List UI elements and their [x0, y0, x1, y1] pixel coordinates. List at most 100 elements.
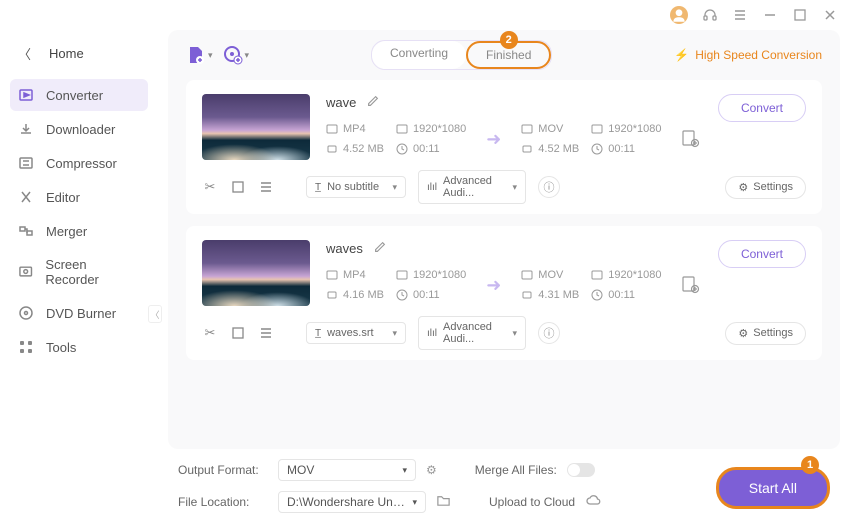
maximize-icon[interactable] [792, 7, 808, 23]
tab-converting[interactable]: Converting [372, 41, 466, 69]
info-icon[interactable]: ⓘ [538, 176, 560, 198]
close-icon[interactable] [822, 7, 838, 23]
out-size: 4.31 MB [538, 289, 579, 301]
gear-icon: ⚙ [738, 327, 748, 340]
sidebar-item-editor[interactable]: Editor [10, 181, 148, 213]
subtitle-value: waves.srt [327, 327, 373, 339]
edit-output-icon[interactable] [680, 274, 700, 297]
avatar-icon[interactable] [670, 6, 688, 24]
effects-icon[interactable] [258, 179, 274, 195]
out-format: MOV [538, 269, 563, 281]
back-icon: 〈 [18, 44, 31, 63]
video-thumbnail[interactable] [202, 94, 310, 160]
format-icon [521, 269, 533, 281]
titlebar [0, 0, 850, 30]
rename-icon[interactable] [366, 94, 380, 111]
trim-icon[interactable]: ✂ [202, 325, 218, 341]
settings-label: Settings [753, 327, 793, 339]
out-dur: 00:11 [608, 143, 635, 155]
sidebar-item-label: DVD Burner [46, 306, 116, 321]
crop-icon[interactable] [230, 179, 246, 195]
info-icon[interactable]: ⓘ [538, 322, 560, 344]
tab-finished[interactable]: Finished 2 [466, 41, 551, 69]
audio-dropdown[interactable]: ılılAdvanced Audi...▾ [418, 170, 526, 204]
file-card: wave MP4 4.52 MB 1920*1080 00:11 [186, 80, 822, 214]
format-icon [326, 269, 338, 281]
tab-finished-label: Finished [486, 48, 531, 62]
sidebar-item-screen-recorder[interactable]: Screen Recorder [10, 249, 148, 295]
bolt-icon: ⚡ [674, 48, 689, 62]
status-tabs: Converting Finished 2 [371, 40, 552, 70]
settings-button[interactable]: ⚙ Settings [725, 322, 806, 345]
chevron-down-icon: ▾ [392, 328, 397, 339]
in-size: 4.52 MB [343, 143, 384, 155]
menu-icon[interactable] [732, 7, 748, 23]
audio-dropdown[interactable]: ılılAdvanced Audi...▾ [418, 316, 526, 350]
output-format-dropdown[interactable]: MOV ▾ [278, 459, 416, 481]
trim-icon[interactable]: ✂ [202, 179, 218, 195]
output-settings-icon[interactable]: ⚙ [426, 463, 437, 477]
settings-button[interactable]: ⚙Settings [725, 176, 806, 199]
minimize-icon[interactable] [762, 7, 778, 23]
add-file-button[interactable]: ▾ [186, 45, 213, 65]
sidebar-item-compressor[interactable]: Compressor [10, 147, 148, 179]
add-dvd-button[interactable]: ▾ [223, 45, 250, 65]
video-thumbnail[interactable] [202, 240, 310, 306]
headset-icon[interactable] [702, 7, 718, 23]
file-name: waves [326, 241, 363, 256]
sidebar-item-label: Compressor [46, 156, 117, 171]
resolution-icon [591, 123, 603, 135]
effects-icon[interactable] [258, 325, 274, 341]
open-folder-icon[interactable] [436, 493, 451, 511]
crop-icon[interactable] [230, 325, 246, 341]
sidebar-item-label: Downloader [46, 122, 115, 137]
subtitle-dropdown[interactable]: T̲No subtitle▾ [306, 176, 406, 198]
file-location-dropdown[interactable]: D:\Wondershare UniConverter 1▾ [278, 491, 426, 513]
home-label: Home [49, 46, 84, 61]
audio-value: Advanced Audi... [443, 175, 506, 199]
cloud-icon[interactable] [585, 493, 601, 512]
sidebar-item-tools[interactable]: Tools [10, 331, 148, 363]
output-format-value: MOV [287, 463, 314, 477]
sidebar-item-dvd-burner[interactable]: DVD Burner [10, 297, 148, 329]
merger-icon [18, 223, 34, 239]
home-link[interactable]: 〈 Home [10, 38, 148, 69]
merge-toggle[interactable] [567, 463, 595, 477]
downloader-icon [18, 121, 34, 137]
high-speed-link[interactable]: ⚡ High Speed Conversion [674, 48, 822, 62]
convert-button[interactable]: Convert [718, 240, 806, 268]
size-icon [326, 289, 338, 301]
step-badge-2: 2 [500, 31, 518, 49]
chevron-down-icon: ▾ [402, 465, 407, 476]
output-format-label: Output Format: [178, 463, 268, 477]
rename-icon[interactable] [373, 240, 387, 257]
in-format: MP4 [343, 123, 366, 135]
file-location-label: File Location: [178, 495, 268, 509]
file-location-value: D:\Wondershare UniConverter 1 [287, 495, 406, 509]
format-icon [521, 123, 533, 135]
chevron-down-icon: ▾ [245, 50, 250, 61]
in-dur: 00:11 [413, 143, 440, 155]
convert-button[interactable]: Convert [718, 94, 806, 122]
duration-icon [396, 143, 408, 155]
size-icon [521, 289, 533, 301]
in-dur: 00:11 [413, 289, 440, 301]
sidebar-item-downloader[interactable]: Downloader [10, 113, 148, 145]
sidebar-collapse-handle[interactable]: 〈 [148, 305, 162, 323]
step-badge-1: 1 [801, 456, 819, 474]
sidebar-item-merger[interactable]: Merger [10, 215, 148, 247]
in-size: 4.16 MB [343, 289, 384, 301]
edit-output-icon[interactable] [680, 128, 700, 151]
in-format: MP4 [343, 269, 366, 281]
sidebar-item-converter[interactable]: Converter [10, 79, 148, 111]
file-name: wave [326, 95, 356, 110]
subtitle-dropdown[interactable]: T̲waves.srt▾ [306, 322, 406, 344]
start-all-button[interactable]: Start All 1 [716, 467, 830, 509]
size-icon [326, 143, 338, 155]
in-res: 1920*1080 [413, 269, 466, 281]
duration-icon [591, 143, 603, 155]
in-res: 1920*1080 [413, 123, 466, 135]
resolution-icon [591, 269, 603, 281]
chevron-down-icon: ▾ [208, 50, 213, 61]
file-card: waves MP4 4.16 MB 1920*1080 00:11 [186, 226, 822, 360]
